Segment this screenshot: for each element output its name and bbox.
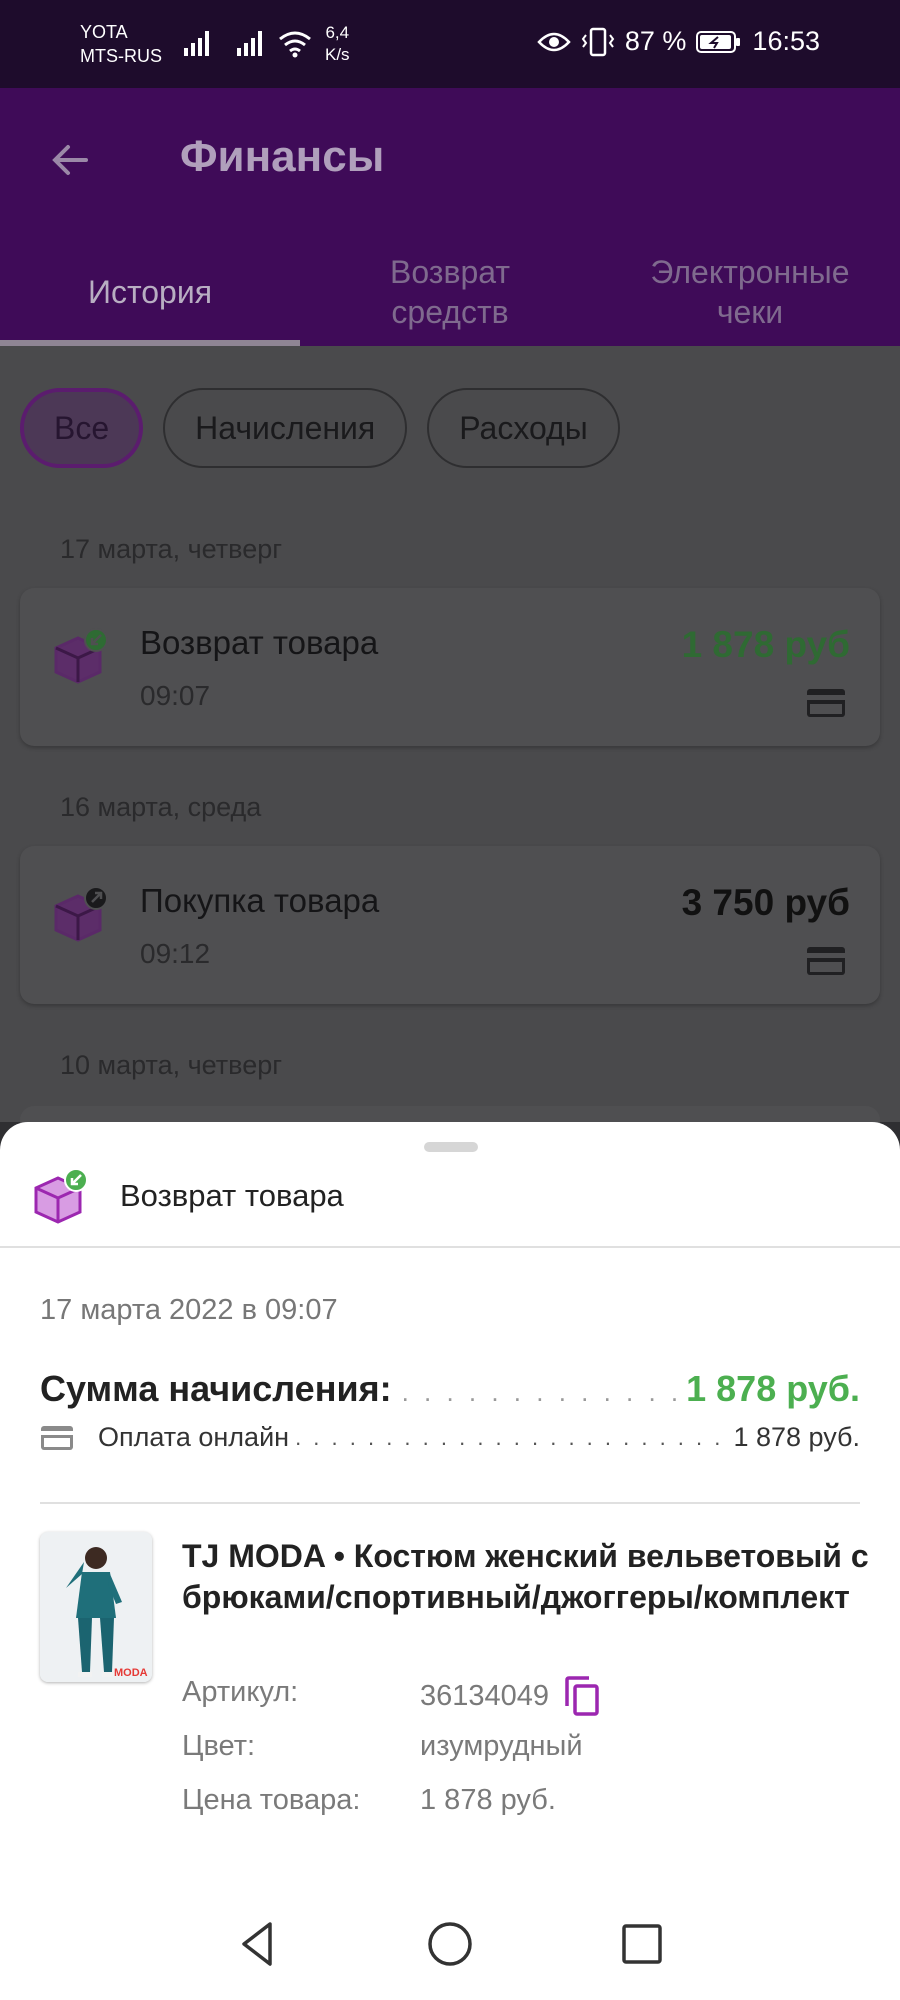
sum-row: Сумма начисления: . . . . . . . . . . . … (40, 1368, 860, 1410)
nav-home-icon[interactable] (424, 1918, 476, 1970)
box-return-icon (34, 1168, 88, 1224)
filter-all[interactable]: Все (20, 388, 144, 468)
wifi-icon (279, 31, 311, 58)
signal-icon-1 (184, 31, 209, 56)
leader-dots: . . . . . . . . . . . . . . . . . . . . … (401, 1377, 677, 1407)
tab-refunds-label: Возврат средств (390, 254, 510, 330)
filter-expenses[interactable]: Расходы (427, 388, 620, 468)
nav-recents-icon[interactable] (616, 1918, 668, 1970)
transaction-datetime: 17 марта 2022 в 09:07 (40, 1294, 338, 1326)
signal-icon-2 (237, 31, 262, 56)
speed-value: 6,4 (325, 23, 350, 42)
payment-row: Оплата онлайн . . . . . . . . . . . . . … (40, 1422, 860, 1453)
product-thumbnail[interactable]: MODA (40, 1532, 152, 1682)
system-nav-bar (0, 1890, 900, 2000)
divider (40, 1502, 860, 1504)
carrier-2: MTS-RUS (80, 46, 162, 66)
article-value: 36134049 (420, 1679, 550, 1712)
back-arrow-icon[interactable] (46, 136, 94, 184)
history-list: Все Начисления Расходы 17 марта, четверг… (0, 346, 900, 1146)
article-label: Артикул: (182, 1676, 299, 1708)
transaction-time: 09:12 (140, 938, 211, 969)
filter-chips: Все Начисления Расходы (20, 388, 620, 468)
card-icon (807, 947, 845, 975)
product-image: MODA (40, 1532, 152, 1682)
price-value: 1 878 руб. (420, 1784, 556, 1816)
thumb-brand: MODA (114, 1667, 148, 1679)
color-label: Цвет: (182, 1730, 256, 1762)
transaction-time: 09:07 (140, 680, 211, 711)
status-bar: YOTA MTS-RUS 6,4 K/s 87 % 16:53 (0, 0, 900, 88)
tab-bar: История Возврат средств Электронные чеки (0, 238, 900, 346)
box-purchase-icon (54, 886, 108, 942)
transaction-title: Возврат товара (140, 624, 379, 661)
copy-icon[interactable] (563, 1676, 601, 1716)
network-speed: 6,4 K/s (325, 22, 350, 66)
tab-receipts-label: Электронные чеки (650, 254, 850, 330)
tab-history-label: История (87, 274, 213, 310)
leader-dots: . . . . . . . . . . . . . . . . . . . . … (295, 1424, 727, 1450)
date-header: 10 марта, четверг (60, 1050, 283, 1080)
payment-value: 1 878 руб. (733, 1422, 860, 1452)
sheet-drag-handle[interactable] (424, 1142, 478, 1152)
article-value-row: 36134049 (420, 1676, 601, 1716)
vibrate-icon (581, 27, 615, 56)
box-return-icon (54, 628, 108, 684)
carrier-1: YOTA (80, 22, 128, 42)
price-label: Цена товара: (182, 1784, 361, 1816)
card-icon (807, 689, 845, 717)
card-icon (41, 1425, 73, 1450)
transaction-amount: 3 750 руб (681, 882, 850, 923)
battery-icon (696, 30, 741, 53)
filter-credits[interactable]: Начисления (163, 388, 408, 468)
eye-icon (537, 32, 571, 51)
app-bar: Финансы История Возврат средств Электрон… (0, 88, 900, 346)
clock: 16:53 (752, 26, 820, 56)
divider (0, 1246, 900, 1248)
tab-refunds[interactable]: Возврат средств (300, 238, 600, 346)
page-title: Финансы (180, 132, 385, 181)
carrier-info: YOTA MTS-RUS (80, 20, 162, 68)
nav-back-icon[interactable] (232, 1918, 284, 1970)
sum-value: 1 878 руб. (686, 1368, 860, 1409)
status-right: 87 % 16:53 (537, 26, 820, 57)
product-name[interactable]: TJ MODA • Костюм женский вельветовый с б… (182, 1536, 872, 1618)
transaction-detail-sheet: Возврат товара 17 марта 2022 в 09:07 Сум… (0, 1122, 900, 2000)
tab-history[interactable]: История (0, 238, 300, 346)
transaction-card-purchase[interactable]: Покупка товара 09:12 3 750 руб (20, 846, 880, 1004)
date-header: 17 марта, четверг (60, 534, 283, 564)
speed-unit: K/s (325, 45, 350, 64)
tab-receipts[interactable]: Электронные чеки (600, 238, 900, 346)
transaction-amount: 1 878 руб (681, 624, 850, 665)
transaction-card-refund[interactable]: Возврат товара 09:07 1 878 руб (20, 588, 880, 746)
color-value: изумрудный (420, 1730, 583, 1762)
sheet-title: Возврат товара (120, 1178, 344, 1213)
transaction-title: Покупка товара (140, 882, 380, 919)
payment-method: Оплата онлайн (98, 1422, 290, 1452)
battery-percent: 87 % (624, 26, 687, 56)
date-header: 16 марта, среда (60, 792, 262, 822)
sum-label: Сумма начисления: (40, 1368, 392, 1409)
